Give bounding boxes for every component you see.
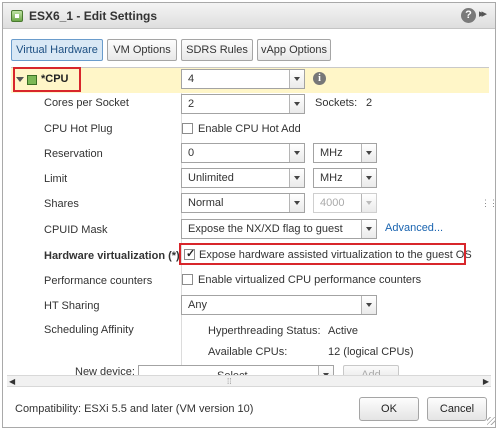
hyperthreading-status-label: Hyperthreading Status: [208, 325, 321, 337]
vm-icon [11, 10, 23, 22]
expand-icon[interactable]: ▸▸ [479, 7, 487, 20]
ht-sharing-select[interactable]: Any [181, 295, 377, 315]
cores-per-socket-select[interactable]: 2 [181, 94, 305, 114]
cores-per-socket-value: 2 [188, 98, 195, 110]
perf-counters-checkbox[interactable] [182, 274, 193, 285]
limit-input[interactable]: Unlimited [181, 168, 305, 188]
cancel-button[interactable]: Cancel [427, 397, 487, 421]
cores-per-socket-label: Cores per Socket [44, 97, 129, 109]
sockets-value: 2 [366, 97, 373, 109]
cpu-count-value: 4 [188, 73, 195, 85]
cpu-count-select[interactable]: 4 [181, 69, 305, 89]
chevron-down-icon[interactable] [361, 296, 376, 314]
sockets-label: Sockets: [315, 97, 358, 109]
reservation-label: Reservation [44, 148, 103, 160]
available-cpus-value: 12 (logical CPUs) [328, 346, 414, 358]
cpuid-mask-label: CPUID Mask [44, 224, 108, 236]
ht-sharing-value: Any [188, 299, 207, 311]
chevron-down-icon[interactable] [361, 144, 376, 162]
edit-settings-dialog: ESX6_1 - Edit Settings ? ▸▸ Virtual Hard… [2, 2, 496, 428]
advanced-link[interactable]: Advanced... [385, 222, 443, 234]
scheduling-affinity-label: Scheduling Affinity [44, 324, 134, 336]
chevron-down-icon[interactable] [289, 95, 304, 113]
tab-vapp-options[interactable]: vApp Options [257, 39, 331, 61]
shares-amount-input: 4000 [313, 193, 377, 213]
limit-unit-value: MHz [320, 172, 343, 184]
ok-button[interactable]: OK [359, 397, 419, 421]
shares-amount-value: 4000 [320, 197, 345, 209]
cpu-highlight-box [13, 67, 81, 92]
compatibility-text: Compatibility: ESXi 5.5 and later (VM ve… [15, 403, 254, 415]
chevron-down-icon[interactable] [289, 70, 304, 88]
chevron-down-icon[interactable] [361, 169, 376, 187]
tab-vm-options[interactable]: VM Options [107, 39, 177, 61]
limit-unit-select[interactable]: MHz [313, 168, 377, 188]
hyperthreading-status-value: Active [328, 325, 358, 337]
horizontal-scrollbar[interactable]: ◀ ⁞⁞ ▶ [7, 375, 491, 387]
shares-value: Normal [188, 197, 224, 209]
hardware-virtualization-label: Hardware virtualization (*) [44, 250, 180, 262]
perf-counters-checkbox-label: Enable virtualized CPU performance count… [198, 274, 422, 286]
ht-sharing-label: HT Sharing [44, 300, 100, 312]
reservation-unit-value: MHz [320, 147, 343, 159]
reservation-unit-select[interactable]: MHz [313, 143, 377, 163]
performance-counters-label: Performance counters [44, 275, 153, 287]
scroll-thumb-grip-icon[interactable]: ⁞⁞ [227, 377, 231, 386]
tab-virtual-hardware[interactable]: Virtual Hardware [11, 39, 103, 61]
resize-grip-icon[interactable] [487, 417, 495, 425]
cpuid-mask-value: Expose the NX/XD flag to guest [188, 223, 343, 235]
limit-value: Unlimited [188, 172, 234, 184]
cpu-hot-add-checkbox[interactable] [182, 123, 193, 134]
reservation-value: 0 [188, 147, 195, 159]
chevron-down-icon [361, 194, 376, 212]
chevron-down-icon[interactable] [289, 144, 304, 162]
shares-select[interactable]: Normal [181, 193, 305, 213]
info-icon[interactable]: i [313, 72, 326, 85]
scroll-right-icon[interactable]: ▶ [483, 377, 489, 386]
title-bar: ESX6_1 - Edit Settings ? ▸▸ [3, 3, 495, 29]
scroll-left-icon[interactable]: ◀ [9, 377, 15, 386]
help-icon[interactable]: ? [461, 8, 476, 23]
tab-sdrs-rules[interactable]: SDRS Rules [181, 39, 253, 61]
dialog-title: ESX6_1 - Edit Settings [29, 9, 158, 23]
chevron-down-icon[interactable] [361, 220, 376, 238]
limit-label: Limit [44, 173, 68, 185]
hw-virtualization-highlight-box [179, 243, 466, 265]
chevron-down-icon[interactable] [289, 194, 304, 212]
reservation-input[interactable]: 0 [181, 143, 305, 163]
cpu-hot-add-label: Enable CPU Hot Add [198, 123, 301, 135]
cpu-hot-plug-label: CPU Hot Plug [44, 123, 113, 135]
cpuid-mask-select[interactable]: Expose the NX/XD flag to guest [181, 219, 377, 239]
scroll-grip-icon: ⋮⋮ [481, 198, 496, 208]
available-cpus-label: Available CPUs: [208, 346, 288, 358]
shares-label: Shares [44, 198, 79, 210]
chevron-down-icon[interactable] [289, 169, 304, 187]
